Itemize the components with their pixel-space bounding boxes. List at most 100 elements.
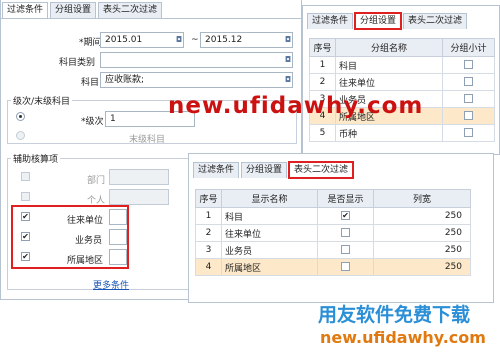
header-filter-panel: 过滤条件 分组设置 表头二次过滤 序号 显示名称 是否显示 列宽 1 科目 ✔ … xyxy=(188,153,494,303)
show-checkbox[interactable] xyxy=(341,228,350,237)
period-from-input[interactable]: 2015.01 xyxy=(100,32,184,48)
table-row[interactable]: 1 科目 ✔ 250 xyxy=(195,207,471,225)
row-no: 1 xyxy=(195,207,222,225)
table-row[interactable]: 2 往来单位 250 xyxy=(195,224,471,242)
aux-salesman-input[interactable] xyxy=(109,229,127,245)
level-radio[interactable] xyxy=(16,112,25,121)
table-row[interactable]: 2 往来单位 xyxy=(309,73,495,91)
panel2-tab-filter[interactable]: 过滤条件 xyxy=(307,13,354,29)
subtotal-checkbox[interactable] xyxy=(464,128,473,137)
aux-salesman-label: 业务员 xyxy=(75,236,103,246)
row-name: 币种 xyxy=(335,124,443,142)
subject-type-search-icon[interactable]: ◘ xyxy=(283,55,293,65)
show-checkbox[interactable] xyxy=(341,262,350,271)
aux-group-title: 辅助核算项 xyxy=(11,152,61,165)
row-width[interactable]: 250 xyxy=(373,224,471,242)
aux-dept-checkbox[interactable] xyxy=(21,172,30,181)
show-cell xyxy=(317,224,374,242)
panel1-tab-header-filter[interactable]: 表头二次过滤 xyxy=(98,2,163,18)
row-width[interactable]: 250 xyxy=(373,258,471,276)
period-to-value: 2015.12 xyxy=(205,35,243,45)
row-name: 科目 xyxy=(221,207,318,225)
show-cell xyxy=(317,258,374,276)
subject-type-input[interactable] xyxy=(100,52,293,68)
panel2-tab-header-filter[interactable]: 表头二次过滤 xyxy=(403,13,468,29)
header-col-name: 显示名称 xyxy=(221,189,318,208)
panel1-tab-divider xyxy=(1,18,301,19)
panel1-tab-group[interactable]: 分组设置 xyxy=(50,2,97,18)
aux-dept-input[interactable] xyxy=(109,169,169,185)
subtotal-checkbox[interactable] xyxy=(464,77,473,86)
level-value: 1 xyxy=(110,114,116,124)
center-watermark: new.ufidawhy.com xyxy=(168,93,424,119)
table-row[interactable]: 3 业务员 250 xyxy=(195,241,471,259)
table-row[interactable]: 4 所属地区 250 xyxy=(195,258,471,276)
group-col-no: 序号 xyxy=(309,38,336,57)
aux-customer-checkbox[interactable]: ✔ xyxy=(21,212,30,221)
panel2-tab-group[interactable]: 分组设置 xyxy=(354,12,403,30)
aux-person-checkbox[interactable] xyxy=(21,192,30,201)
panel1-tab-filter[interactable]: 过滤条件 xyxy=(2,2,49,18)
group-col-name: 分组名称 xyxy=(335,38,443,57)
row-width[interactable]: 250 xyxy=(373,241,471,259)
period-to-input[interactable]: 2015.12 xyxy=(200,32,293,48)
level-group-title: 级次/末级科目 xyxy=(11,94,73,107)
header-col-width: 列宽 xyxy=(373,189,471,208)
aux-region-label: 所属地区 xyxy=(67,256,104,266)
level-label: *级次 xyxy=(81,117,104,127)
group-col-subtotal: 分组小计 xyxy=(442,38,495,57)
panel3-tab-filter[interactable]: 过滤条件 xyxy=(193,162,240,178)
subtotal-checkbox[interactable] xyxy=(464,111,473,120)
aux-dept-label: 部门 xyxy=(87,176,106,186)
last-level-label: 末级科目 xyxy=(129,135,166,145)
header-col-no: 序号 xyxy=(195,189,222,208)
row-width[interactable]: 250 xyxy=(373,207,471,225)
panel3-tab-group[interactable]: 分组设置 xyxy=(241,162,288,178)
show-checkbox[interactable]: ✔ xyxy=(341,211,350,220)
aux-customer-input[interactable] xyxy=(109,209,127,225)
aux-region-checkbox[interactable]: ✔ xyxy=(21,252,30,261)
panel1-tab-bar: 过滤条件 分组设置 表头二次过滤 xyxy=(2,2,164,18)
group-settings-table: 序号 分组名称 分组小计 1 科目 2 往来单位 3 业务员 4 所属地区 5 … xyxy=(309,38,495,142)
header-filter-table: 序号 显示名称 是否显示 列宽 1 科目 ✔ 250 2 往来单位 250 3 … xyxy=(195,189,471,276)
subtotal-cell xyxy=(442,73,495,91)
period-from-value: 2015.01 xyxy=(105,35,143,45)
more-conditions-link[interactable]: 更多条件 xyxy=(93,278,129,291)
subject-type-label: 科目类别 xyxy=(59,58,96,68)
panel3-tab-header-filter[interactable]: 表头二次过滤 xyxy=(288,161,355,179)
row-no: 1 xyxy=(309,56,336,74)
period-to-search-icon[interactable]: ◘ xyxy=(283,35,293,45)
subtotal-cell xyxy=(442,107,495,125)
subject-label: 科目 xyxy=(81,78,100,88)
period-label: *期间 xyxy=(79,38,102,48)
row-no: 5 xyxy=(309,124,336,142)
row-name: 科目 xyxy=(335,56,443,74)
bottom-watermark-cn: 用友软件免费下载 xyxy=(318,304,471,326)
period-separator: ~ xyxy=(191,35,199,45)
period-from-search-icon[interactable]: ◘ xyxy=(174,35,184,45)
last-level-radio[interactable] xyxy=(16,131,25,140)
subtotal-checkbox[interactable] xyxy=(464,60,473,69)
subject-input[interactable]: 应收账款; xyxy=(100,72,293,88)
subtotal-checkbox[interactable] xyxy=(464,94,473,103)
table-row[interactable]: 1 科目 xyxy=(309,56,495,74)
subtotal-cell xyxy=(442,56,495,74)
row-no: 2 xyxy=(309,73,336,91)
subtotal-cell xyxy=(442,90,495,108)
header-col-show: 是否显示 xyxy=(317,189,374,208)
subtotal-cell xyxy=(442,124,495,142)
row-name: 往来单位 xyxy=(335,73,443,91)
panel3-tab-bar: 过滤条件 分组设置 表头二次过滤 xyxy=(193,161,355,179)
row-no: 4 xyxy=(195,258,222,276)
row-name: 业务员 xyxy=(221,241,318,259)
show-checkbox[interactable] xyxy=(341,245,350,254)
show-cell xyxy=(317,241,374,259)
aux-salesman-checkbox[interactable]: ✔ xyxy=(21,232,30,241)
aux-region-input[interactable] xyxy=(109,249,127,265)
aux-person-input[interactable] xyxy=(109,189,169,205)
subject-search-icon[interactable]: ◘ xyxy=(283,75,293,85)
table-row[interactable]: 5 币种 xyxy=(309,124,495,142)
bottom-watermark-url: new.ufidawhy.com xyxy=(320,328,486,347)
group-settings-panel: 过滤条件 分组设置 表头二次过滤 序号 分组名称 分组小计 1 科目 2 往来单… xyxy=(302,5,500,155)
aux-customer-label: 往来单位 xyxy=(67,216,104,226)
